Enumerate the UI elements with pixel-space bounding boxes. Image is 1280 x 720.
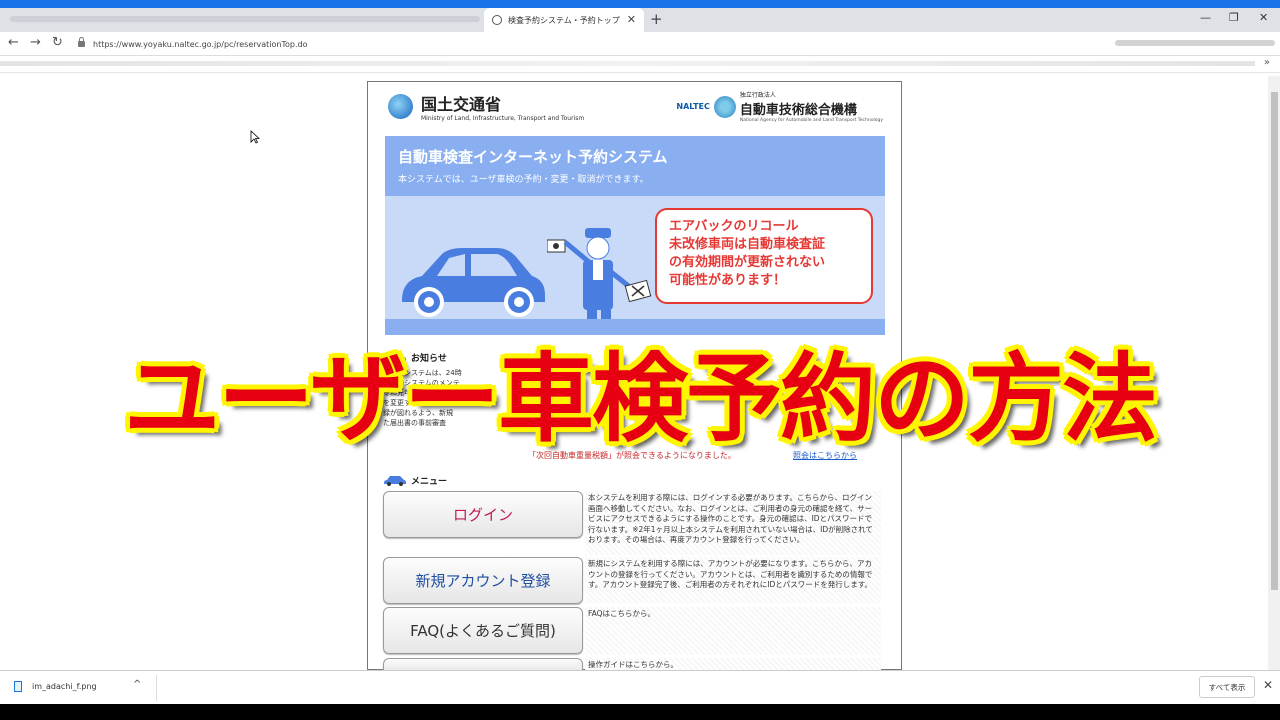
downloaded-file-item[interactable]: im_adachi_f.png [14,681,97,692]
login-button[interactable]: ログイン [383,491,583,538]
inspector-illustration-icon [547,228,652,328]
banner-title: 自動車検査インターネット予約システム [398,148,668,166]
back-button[interactable]: ← [8,35,19,50]
show-all-button[interactable]: すべて表示 [1199,676,1255,698]
car-icon [384,476,406,486]
window-close-button[interactable]: ✕ [1259,11,1268,24]
naltec-header[interactable]: NALTEC 独立行政法人 自動車技術総合機構 National Agency … [676,90,883,123]
download-bar-close-icon[interactable]: ✕ [1263,678,1273,692]
minimize-button[interactable]: — [1200,11,1211,24]
tab-close-icon[interactable]: ✕ [627,13,636,26]
menu-heading: メニュー [383,474,447,487]
mlit-name-jp: 国土交通省 [421,95,502,114]
bookmarks-bar: » [0,57,1280,73]
url-field[interactable]: https://www.yoyaku.naltec.go.jp/pc/reser… [78,35,1118,53]
notice-line: の有効期間が更新されない [669,255,826,270]
mouse-cursor-icon [250,130,260,144]
naltec-abbr: NALTEC [676,102,710,111]
address-bar-row: ← → ↻ https://www.yoyaku.naltec.go.jp/pc… [0,32,1280,56]
mlit-name-en: Ministry of Land, Infrastructure, Transp… [421,115,585,122]
lock-icon [78,37,85,47]
car-illustration-icon [402,248,545,317]
naltec-logo-icon [713,95,736,118]
new-account-description: 新規にシステムを利用する際には、アカウントが必要になります。こちらから、アカウン… [585,557,881,603]
blurred-bookmarks [0,61,1255,66]
new-account-button[interactable]: 新規アカウント登録 [383,557,583,604]
notice-line: 未改修車両は自動車検査証 [669,237,826,252]
download-bar: im_adachi_f.png ^ すべて表示 ✕ [0,670,1280,704]
naltec-small: 独立行政法人 [739,92,776,99]
overlay-title: ユーザー車検予約の方法 [123,342,1158,455]
airbag-recall-notice[interactable]: エアバックのリコール 未改修車両は自動車検査証 の有効期間が更新されない 可能性… [655,208,873,304]
menu-heading-text: メニュー [411,477,448,487]
blurred-extensions [1115,40,1275,46]
reload-button[interactable]: ↻ [52,35,63,50]
forward-button[interactable]: → [30,35,41,50]
globe-icon [492,15,502,25]
naltec-name-en: National Agency for Automobile and Land … [739,118,883,123]
naltec-name-jp: 自動車技術総合機構 [739,103,857,118]
blurred-tabs [10,16,480,22]
new-tab-button[interactable]: + [650,10,663,28]
tab-title: 検査予約システム・予約トップ [508,15,620,25]
banner-subtitle: 本システムでは、ユーザ車検の予約・変更・取消ができます。 [398,175,649,185]
taskbar-edge [0,704,1280,720]
tab-reservation-top[interactable]: 検査予約システム・予約トップ ✕ [484,8,644,32]
file-icon [14,681,22,692]
system-banner: 自動車検査インターネット予約システム 本システムでは、ユーザ車検の予約・変更・取… [385,136,885,335]
faq-button[interactable]: FAQ(よくあるご質問) [383,607,583,654]
faq-description: FAQはこちらから。 [585,607,881,655]
browser-top-accent [0,0,1280,8]
chevron-up-icon[interactable]: ^ [133,679,141,690]
downloaded-file-name: im_adachi_f.png [32,682,97,691]
mlit-logo-icon [388,94,413,119]
more-bookmarks-icon[interactable]: » [1264,57,1270,68]
notice-line: エアバックのリコール [669,219,799,234]
login-description: 本システムを利用する際には、ログインする必要があります。こちらから、ログイン画面… [585,491,881,555]
mlit-header[interactable]: 国土交通省 Ministry of Land, Infrastructure, … [388,91,584,122]
tab-strip: 検査予約システム・予約トップ ✕ + — ❐ ✕ [0,8,1280,32]
url-text: https://www.yoyaku.naltec.go.jp/pc/reser… [93,39,308,49]
restore-button[interactable]: ❐ [1229,11,1239,24]
notice-line: 可能性があります！ [669,273,787,288]
download-separator [156,675,157,701]
